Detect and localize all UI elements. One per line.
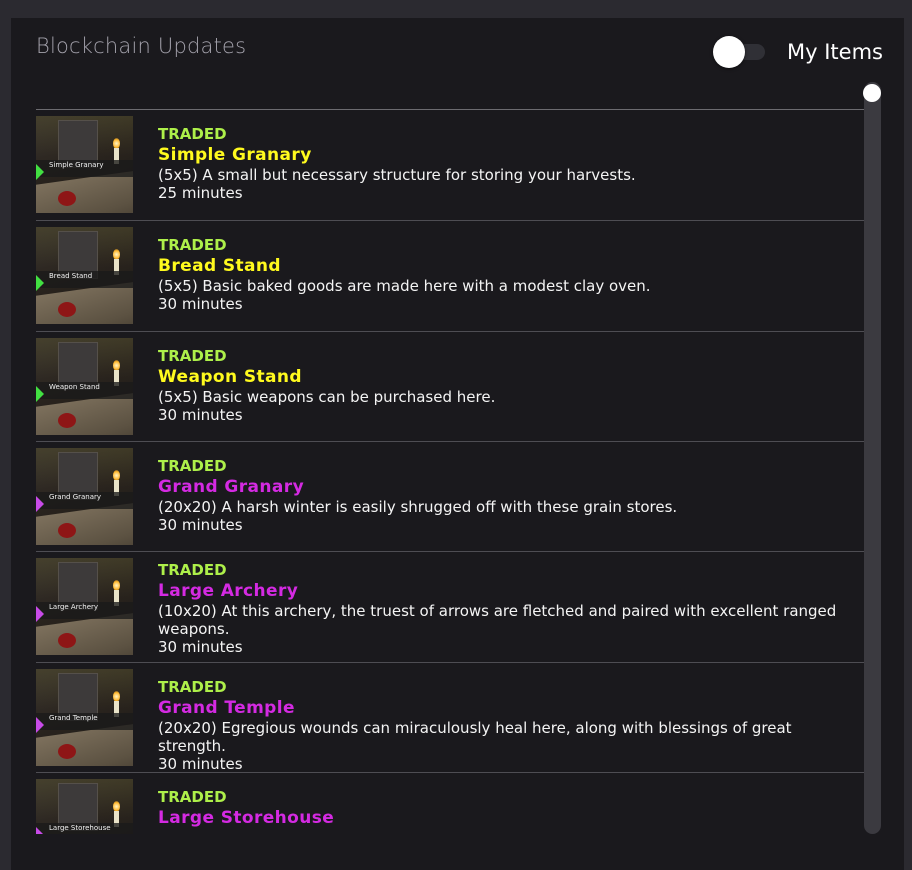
item-status: TRADED [158, 347, 227, 365]
thumbnail-caption: Grand Temple [49, 714, 98, 722]
item-status: TRADED [158, 678, 227, 696]
tier-arrow-icon [36, 164, 44, 180]
thumbnail-caption: Grand Granary [49, 493, 102, 501]
item-thumbnail: Grand Granary [36, 448, 133, 545]
thumbnail-caption: Large Archery [49, 603, 99, 611]
list-scrollbar[interactable] [863, 82, 881, 834]
scrollbar-thumb[interactable] [863, 84, 881, 102]
thumbnail-caption: Bread Stand [49, 272, 93, 280]
tier-arrow-icon [36, 386, 44, 402]
item-time: 25 minutes [158, 184, 243, 202]
item-status: TRADED [158, 236, 227, 254]
item-name: Weapon Stand [158, 367, 302, 387]
item-status: TRADED [158, 788, 227, 806]
item-description: (20x20) A harsh winter is easily shrugge… [158, 498, 678, 516]
item-name: Large Storehouse [158, 808, 335, 828]
item-description: (20x20) Egregious wounds can miraculousl… [158, 719, 792, 755]
tier-arrow-icon [36, 606, 44, 622]
item-name: Grand Granary [158, 477, 305, 497]
tier-arrow-icon [36, 496, 44, 512]
toggle-knob [713, 36, 745, 68]
item-status: TRADED [158, 561, 227, 579]
item-name: Simple Granary [158, 145, 312, 165]
item-status: TRADED [158, 457, 227, 475]
item-time: 30 minutes [158, 638, 243, 656]
blockchain-updates-panel: Blockchain Updates My Items Simple Grana… [11, 18, 904, 870]
list-item[interactable]: Weapon Stand TRADED Weapon Stand (5x5) B… [36, 332, 864, 442]
list-item[interactable]: Grand Temple TRADED Grand Temple (20x20)… [36, 663, 864, 773]
thumbnail-caption: Large Storehouse [49, 824, 111, 832]
list-item[interactable]: Large Storehouse TRADED Large Storehouse [36, 773, 864, 834]
item-status: TRADED [158, 125, 227, 143]
item-thumbnail: Large Storehouse [36, 779, 133, 834]
item-description: (5x5) A small but necessary structure fo… [158, 166, 636, 184]
my-items-label: My Items [787, 40, 883, 64]
item-name: Grand Temple [158, 698, 295, 718]
item-thumbnail: Weapon Stand [36, 338, 133, 435]
list-item[interactable]: Bread Stand TRADED Bread Stand (5x5) Bas… [36, 221, 864, 332]
list-item[interactable]: Large Archery TRADED Large Archery (10x2… [36, 552, 864, 663]
tier-arrow-icon [36, 717, 44, 733]
item-time: 30 minutes [158, 406, 243, 424]
item-thumbnail: Bread Stand [36, 227, 133, 324]
item-time: 30 minutes [158, 516, 243, 534]
item-time: 30 minutes [158, 295, 243, 313]
item-description: (10x20) At this archery, the truest of a… [158, 602, 837, 638]
thumbnail-caption: Weapon Stand [49, 383, 100, 391]
panel-title: Blockchain Updates [36, 34, 247, 58]
list-item[interactable]: Simple Granary TRADED Simple Granary (5x… [36, 110, 864, 221]
updates-list: Simple Granary TRADED Simple Granary (5x… [36, 109, 864, 834]
item-name: Bread Stand [158, 256, 281, 276]
tier-arrow-icon [36, 275, 44, 291]
thumbnail-caption: Simple Granary [49, 161, 104, 169]
item-time: 30 minutes [158, 755, 243, 773]
item-description: (5x5) Basic baked goods are made here wi… [158, 277, 651, 295]
tier-arrow-icon [36, 827, 44, 834]
item-name: Large Archery [158, 581, 299, 601]
item-thumbnail: Simple Granary [36, 116, 133, 213]
item-thumbnail: Grand Temple [36, 669, 133, 766]
my-items-toggle[interactable] [713, 36, 771, 68]
item-thumbnail: Large Archery [36, 558, 133, 655]
item-description: (5x5) Basic weapons can be purchased her… [158, 388, 496, 406]
list-item[interactable]: Grand Granary TRADED Grand Granary (20x2… [36, 442, 864, 552]
